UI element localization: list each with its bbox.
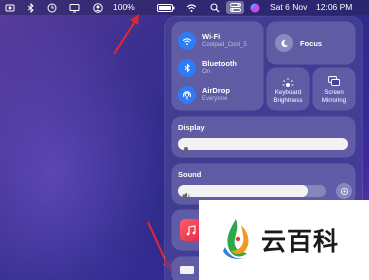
screen-mirroring-tile[interactable]: Screen Mirroring [313, 68, 355, 110]
wifi-network-name: Coolpad_Cool_5 [202, 42, 247, 48]
sun-icon [182, 140, 190, 158]
keyboard-brightness-tile[interactable]: Keyboard Brightness [267, 68, 309, 110]
volume-slider[interactable] [178, 185, 326, 200]
display-slider-fill [178, 138, 348, 150]
focus-tile[interactable]: Focus [267, 22, 355, 64]
display-brightness-slider[interactable] [178, 138, 348, 151]
focus-label: Focus [300, 38, 323, 48]
battery-module-icon [180, 266, 194, 274]
sound-tile: Sound [172, 164, 355, 204]
speaker-icon [182, 187, 191, 205]
display-tile: Display [172, 117, 355, 157]
siri-icon[interactable] [250, 2, 260, 13]
bluetooth-title: Bluetooth [202, 59, 237, 68]
airplay-audio-icon [340, 187, 348, 195]
annotation-arrow-battery [113, 14, 139, 55]
time-machine-icon[interactable] [47, 2, 57, 13]
bluetooth-status: On [202, 69, 211, 75]
wifi-toggle[interactable]: Wi-Fi Coolpad_Cool_5 [178, 32, 247, 50]
spotlight-search-icon[interactable] [210, 2, 220, 13]
watermark-text: 云百科 [261, 227, 340, 256]
display-title: Display [178, 123, 205, 132]
wifi-icon [178, 32, 196, 50]
airplay-audio-button[interactable] [336, 183, 352, 199]
sound-title: Sound [178, 170, 202, 179]
user-account-icon[interactable] [93, 2, 103, 13]
keyboard-brightness-label-2: Brightness [273, 96, 303, 104]
bluetooth-menu-icon[interactable] [27, 2, 35, 13]
screen-record-icon[interactable] [5, 2, 15, 13]
airdrop-status: Everyone [202, 96, 228, 102]
airdrop-title: AirDrop [202, 86, 230, 95]
bluetooth-icon [178, 59, 196, 77]
menu-date[interactable]: Sat 6 Nov [270, 2, 307, 13]
menu-bar: 100% Sat 6 Nov 12:06 PM [0, 0, 369, 15]
menu-time[interactable]: 12:06 PM [316, 2, 352, 13]
wifi-title: Wi-Fi [202, 32, 221, 41]
display-menu-icon[interactable] [69, 2, 80, 13]
moon-icon [275, 34, 293, 52]
control-center-icon[interactable] [226, 1, 244, 14]
airdrop-toggle[interactable]: AirDrop Everyone [178, 86, 230, 104]
watermark-logo [223, 219, 249, 259]
volume-slider-fill [178, 185, 309, 197]
keyboard-brightness-label-1: Keyboard [274, 89, 302, 96]
screen-mirroring-label-2: Mirroring [321, 96, 347, 104]
bluetooth-toggle[interactable]: Bluetooth On [178, 59, 237, 77]
battery-icon[interactable] [157, 2, 175, 13]
screen-mirroring-label-1: Screen [324, 89, 344, 96]
airdrop-icon [178, 86, 196, 104]
network-tile: Wi-Fi Coolpad_Cool_5 Bluetooth On AirDro… [172, 22, 263, 110]
wifi-menu-icon[interactable] [186, 2, 197, 13]
watermark: 云百科 [199, 200, 369, 280]
